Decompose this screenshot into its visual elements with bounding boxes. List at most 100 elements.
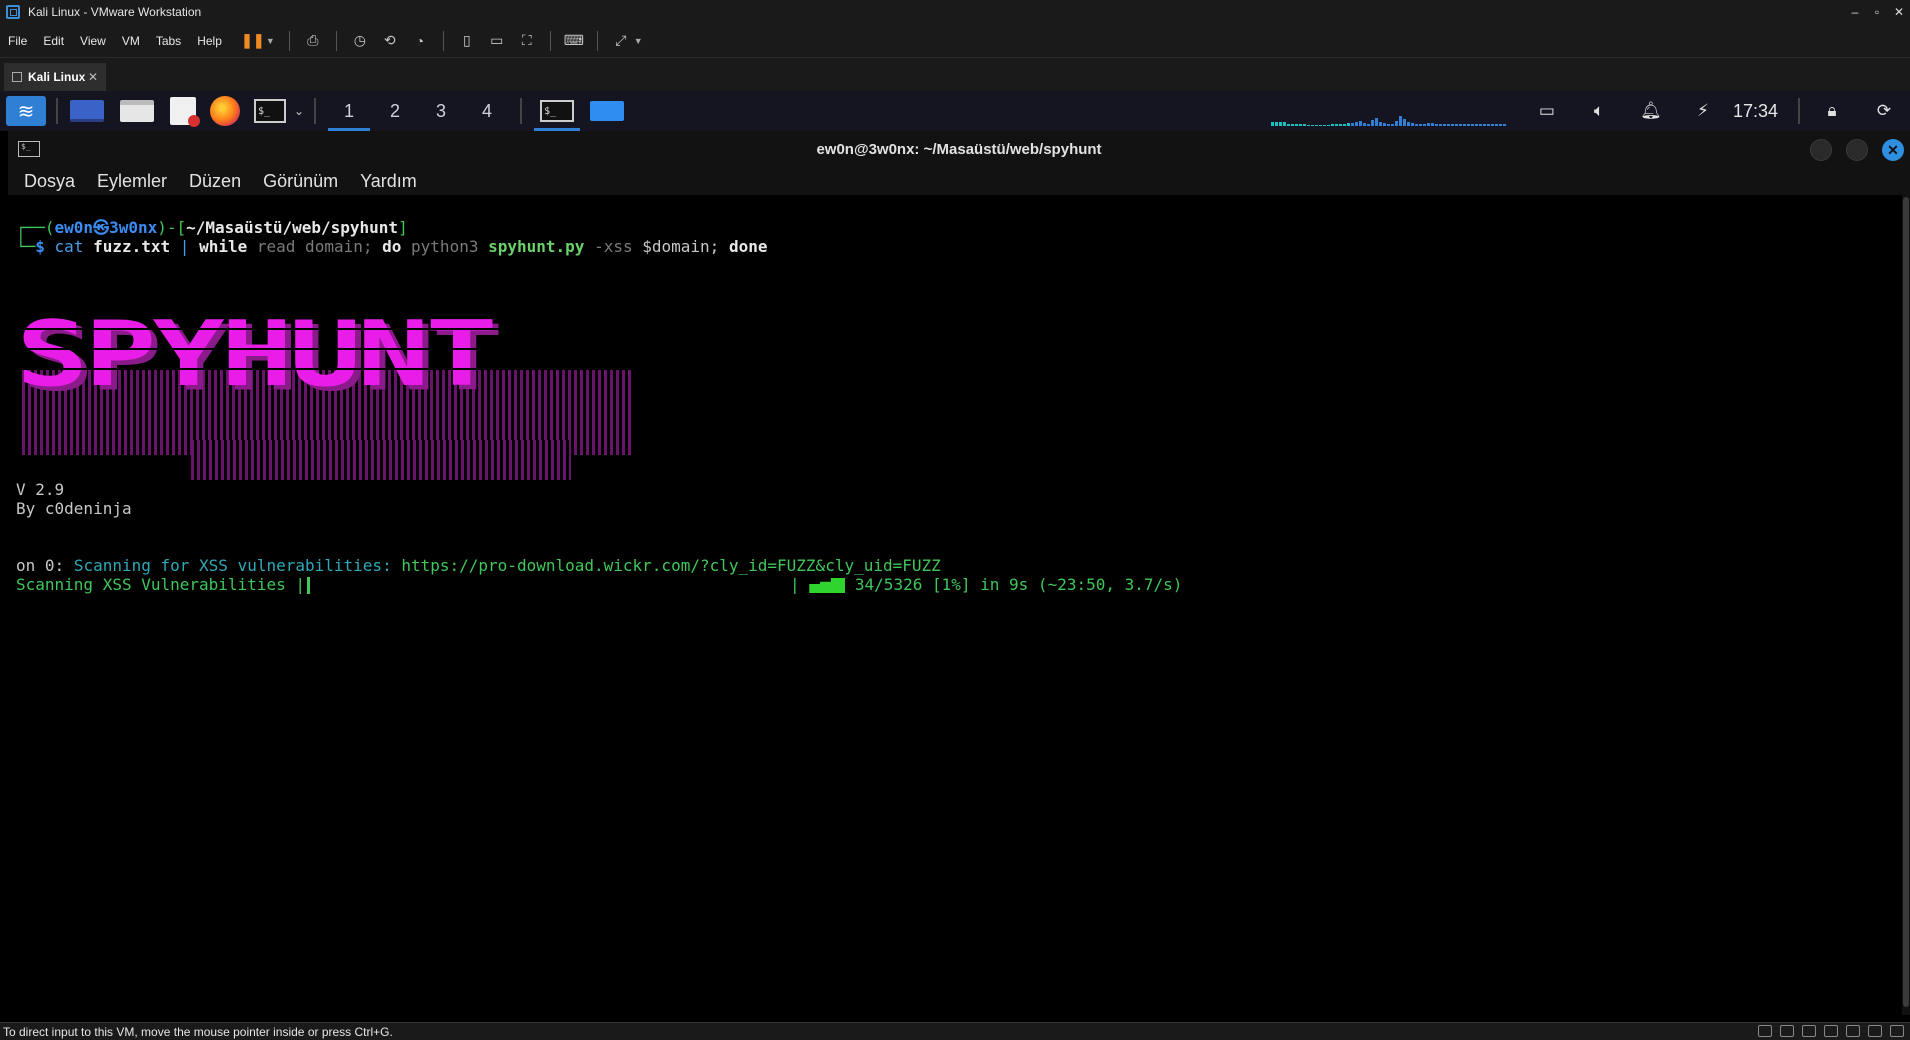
cmd-while: while xyxy=(199,237,248,256)
menu-eylemler[interactable]: Eylemler xyxy=(97,171,167,192)
fullscreen-icon[interactable]: ⛶ xyxy=(515,29,539,53)
firefox-icon[interactable] xyxy=(210,96,240,126)
panel-separator xyxy=(314,98,317,124)
network-graph-bar xyxy=(1370,120,1374,126)
taskbar-folder-window[interactable] xyxy=(582,91,632,131)
network-graph-bar xyxy=(1382,123,1386,126)
menu-file[interactable]: File xyxy=(8,34,27,48)
workspace-1[interactable]: 1 xyxy=(326,91,372,131)
cursor xyxy=(306,577,310,594)
status-text: To direct input to this VM, move the mou… xyxy=(3,1024,393,1039)
network-graph xyxy=(1270,96,1506,126)
menu-yardim[interactable]: Yardım xyxy=(360,171,417,192)
display-icon[interactable]: ▭ xyxy=(1534,98,1560,124)
prompt-user-host: ew0n㉿3w0nx xyxy=(54,218,158,237)
revert-snapshot-icon[interactable]: ⟲ xyxy=(378,29,402,53)
cmd-script: spyhunt.py xyxy=(488,237,585,256)
menu-view[interactable]: View xyxy=(80,34,106,48)
network-graph-bar xyxy=(1318,125,1322,126)
lock-icon[interactable]: 🔒︎ xyxy=(1819,98,1845,124)
prompt-mid: )-[ xyxy=(157,218,187,237)
menu-edit[interactable]: Edit xyxy=(43,34,64,48)
network-graph-bar xyxy=(1378,122,1382,126)
network-graph-bar xyxy=(1362,123,1366,126)
toolbar-separator xyxy=(549,30,551,51)
library-icon[interactable]: ▯ xyxy=(455,29,479,53)
file-manager-icon[interactable] xyxy=(120,100,154,122)
minimize-icon[interactable]: – xyxy=(1844,0,1866,24)
cmd-flag: -xss xyxy=(594,237,633,256)
close-icon[interactable]: ✕ xyxy=(1888,0,1910,24)
folder-icon xyxy=(590,101,625,121)
workspace-2[interactable]: 2 xyxy=(372,91,418,131)
chevron-down-icon[interactable]: ⌄ xyxy=(294,104,304,118)
network-adapter-icon[interactable] xyxy=(1802,1025,1816,1037)
network-graph-bar xyxy=(1454,124,1458,126)
menu-dosya[interactable]: Dosya xyxy=(24,171,75,192)
terminal-scrollbar[interactable] xyxy=(1902,195,1910,1015)
menu-vm[interactable]: VM xyxy=(122,34,140,48)
tab-close-icon[interactable]: ✕ xyxy=(88,70,98,84)
notifications-icon[interactable]: 🔔︎ xyxy=(1638,98,1664,124)
network-graph-bar xyxy=(1330,124,1334,126)
command-line: └─$ cat fuzz.txt | while read domain; do… xyxy=(16,237,767,256)
cmd-cat: cat xyxy=(54,237,84,256)
pause-dropdown-icon[interactable]: ▼ xyxy=(266,36,275,46)
tab-kali-linux[interactable]: Kali Linux ✕ xyxy=(4,63,106,91)
usb-icon[interactable] xyxy=(1824,1025,1838,1037)
show-desktop-icon[interactable] xyxy=(70,100,104,122)
maximize-icon[interactable]: ▫ xyxy=(1866,0,1888,24)
hard-disk-icon[interactable] xyxy=(1758,1025,1772,1037)
network-graph-bar xyxy=(1322,125,1326,126)
terminal-output[interactable]: ┌──(ew0n㉿3w0nx)-[~/Masaüstü/web/spyhunt]… xyxy=(8,195,1902,1015)
terminal-close-button[interactable]: ✕ xyxy=(1882,139,1904,161)
tab-label: Kali Linux xyxy=(28,70,86,84)
network-graph-bar xyxy=(1402,119,1406,126)
volume-icon[interactable]: 🔈︎ xyxy=(1586,98,1612,124)
vmware-title-bar: Kali Linux - VMware Workstation – ▫ ✕ xyxy=(0,0,1910,24)
cmd-read: read domain; xyxy=(256,237,373,256)
sound-icon[interactable] xyxy=(1846,1025,1860,1037)
menu-gorunum[interactable]: Görünüm xyxy=(263,171,338,192)
banner-scanline xyxy=(16,328,786,330)
network-graph-bar xyxy=(1310,125,1314,126)
spyhunt-banner: SPYHUNT xyxy=(16,310,786,485)
cd-icon[interactable] xyxy=(1780,1025,1794,1037)
text-editor-icon[interactable] xyxy=(170,97,200,127)
thumbnail-bar-icon[interactable]: ▭ xyxy=(485,29,509,53)
menu-duzen[interactable]: Düzen xyxy=(189,171,241,192)
terminal-minimize-button[interactable] xyxy=(1810,139,1832,161)
display-device-icon[interactable] xyxy=(1868,1025,1882,1037)
network-graph-bar xyxy=(1314,125,1318,126)
message-icon[interactable] xyxy=(1890,1025,1904,1037)
taskbar-terminal-window[interactable]: $_ xyxy=(532,91,582,131)
workspace-4[interactable]: 4 xyxy=(464,91,510,131)
prompt-dollar: $ xyxy=(35,237,45,256)
stretch-icon[interactable]: ⤢ xyxy=(609,29,633,53)
logout-icon[interactable]: ⟳ xyxy=(1871,98,1897,124)
terminal-maximize-button[interactable] xyxy=(1846,139,1868,161)
kali-menu-icon[interactable]: ≋ xyxy=(6,96,46,126)
pause-icon[interactable]: ❚❚ xyxy=(241,29,265,53)
stretch-dropdown-icon[interactable]: ▼ xyxy=(634,36,643,46)
snapshot-icon[interactable]: ◷ xyxy=(348,29,372,53)
prompt-line: ┌──(ew0n㉿3w0nx)-[~/Masaüstü/web/spyhunt] xyxy=(16,218,408,237)
clock[interactable]: 17:34 xyxy=(1733,101,1778,122)
send-ctrl-alt-del-icon[interactable]: ⎙ xyxy=(301,29,325,53)
terminal-icon[interactable]: $_ xyxy=(254,99,286,123)
workspace-3[interactable]: 3 xyxy=(418,91,464,131)
terminal-titlebar: $_ ew0n@3w0nx: ~/Masaüstü/web/spyhunt ✕ xyxy=(8,131,1910,167)
network-graph-bar xyxy=(1470,124,1474,126)
progress-bar xyxy=(809,578,846,593)
snapshot-manager-icon[interactable]: ◔ xyxy=(408,29,432,53)
network-graph-bar xyxy=(1334,124,1338,126)
update-icon[interactable]: ⚡︎ xyxy=(1690,98,1716,124)
network-graph-bar xyxy=(1298,124,1302,126)
console-view-icon[interactable]: ⌨ xyxy=(562,29,586,53)
network-graph-bar xyxy=(1274,122,1278,126)
menu-help[interactable]: Help xyxy=(197,34,222,48)
progress-line: Scanning XSS Vulnerabilities | | 34/5326 … xyxy=(16,575,1182,594)
scrollbar-thumb[interactable] xyxy=(1903,197,1909,1007)
network-graph-bar xyxy=(1342,124,1346,126)
menu-tabs[interactable]: Tabs xyxy=(156,34,181,48)
